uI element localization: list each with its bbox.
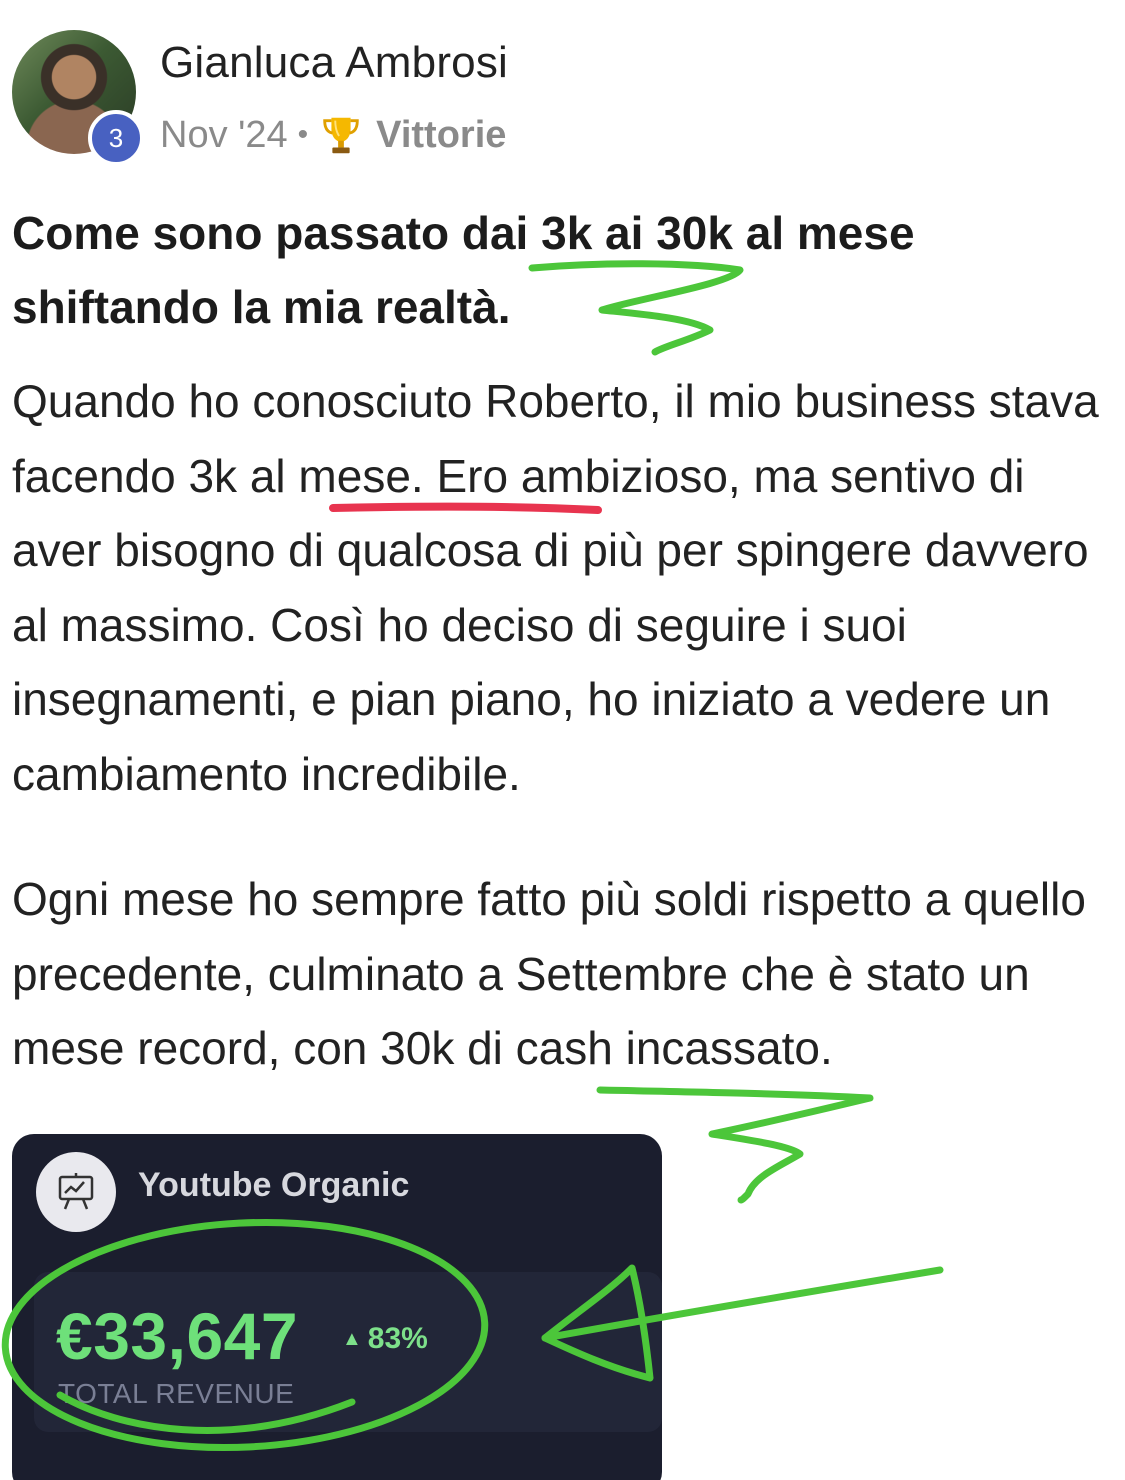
post-screenshot: 3 Gianluca Ambrosi Nov '24 • Vittorie Co… [0, 0, 1125, 1480]
revenue-value: €33,647 [56, 1299, 299, 1373]
card-title: Youtube Organic [138, 1166, 410, 1204]
post-date: Nov '24 [160, 113, 288, 156]
revenue-label: TOTAL REVENUE [58, 1378, 295, 1409]
revenue-card: Youtube Organic €33,647 ▲ 83% TOTAL REVE… [12, 1134, 662, 1480]
revenue-delta: ▲ 83% [342, 1322, 428, 1356]
delta-value: 83% [367, 1322, 428, 1355]
post-title: Come sono passato dai 3k ai 30k al mese … [12, 207, 915, 333]
post-paragraph: Ogni mese ho sempre fatto più soldi risp… [12, 873, 1086, 1074]
trophy-icon [323, 117, 359, 154]
post-category[interactable]: Vittorie [376, 114, 506, 157]
level-badge: 3 [88, 110, 144, 166]
author-name[interactable]: Gianluca Ambrosi [160, 38, 508, 88]
presentation-chart-icon [36, 1152, 116, 1232]
revenue-stat: €33,647 ▲ 83% TOTAL REVENUE [34, 1272, 662, 1432]
post-paragraph: Quando ho conosciuto Roberto, il mio bus… [12, 375, 1099, 800]
meta-separator: • [297, 118, 309, 151]
post-meta: Nov '24 • Vittorie [160, 112, 506, 158]
up-arrow-icon: ▲ [342, 1327, 362, 1350]
